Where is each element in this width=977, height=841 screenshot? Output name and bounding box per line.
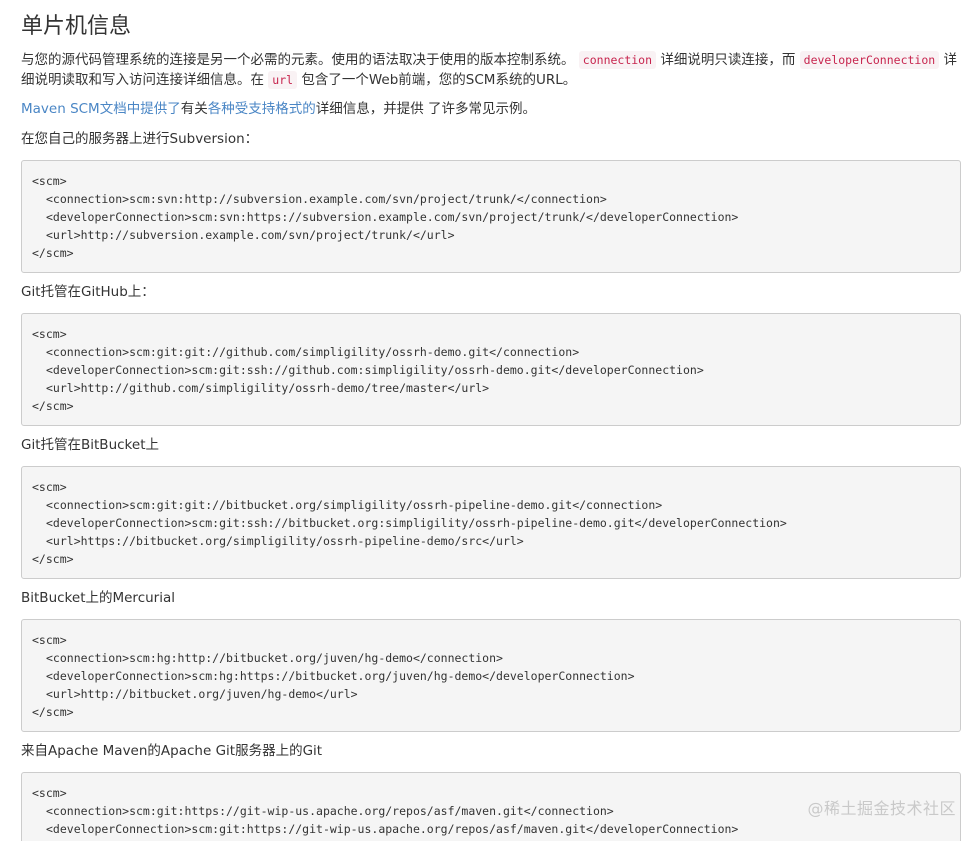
- code-line: <developerConnection>scm:git:ssh://githu…: [46, 363, 704, 377]
- reference-paragraph: Maven SCM文档中提供了有关各种受支持格式的详细信息，并提供 了许多常见示…: [21, 99, 961, 119]
- article-body: 单片机信息 与您的源代码管理系统的连接是另一个必需的元素。使用的语法取决于使用的…: [21, 0, 961, 841]
- code-line: <url>http://bitbucket.org/juven/hg-demo<…: [46, 687, 358, 701]
- code-line: <scm>: [32, 633, 67, 647]
- watermark: @稀土掘金技术社区: [807, 799, 956, 818]
- code-block: <scm> <connection>scm:hg:http://bitbucket…: [21, 619, 961, 732]
- code-block: <scm> <connection>scm:svn:http://subversi…: [21, 160, 961, 273]
- reference-text-1: 有关: [180, 101, 208, 117]
- supported-formats-link[interactable]: 各种受支持格式的: [208, 101, 316, 117]
- code-line: <connection>scm:hg:http://bitbucket.org/…: [46, 651, 503, 665]
- example-title: Git托管在BitBucket上: [21, 437, 159, 453]
- code-block: <scm> <connection>scm:git:git://github.co…: [21, 313, 961, 426]
- code-line: <developerConnection>scm:hg:https://bitb…: [46, 669, 635, 683]
- section-heading: 单片机信息: [21, 14, 132, 39]
- code-line: <connection>scm:svn:http://subversion.ex…: [46, 192, 607, 206]
- code-line: <url>http://subversion.example.com/svn/p…: [46, 228, 455, 242]
- intro-text-2: 详细说明只读连接，而: [660, 52, 796, 68]
- code-line: </scm>: [32, 246, 74, 260]
- code-line: <connection>scm:git:git://github.com/sim…: [46, 345, 580, 359]
- examples-list: 在您自己的服务器上进行Subversion： <scm> <connection>s…: [21, 129, 961, 841]
- intro-paragraph: 与您的源代码管理系统的连接是另一个必需的元素。使用的语法取决于使用的版本控制系统…: [21, 50, 961, 90]
- code-line: </scm>: [32, 552, 74, 566]
- intro-text-4: 包含了一个Web前端，您的SCM系统的URL。: [301, 72, 577, 88]
- code-line: </scm>: [32, 399, 74, 413]
- inline-code-developer-connection: developerConnection: [799, 51, 940, 69]
- code-line: <developerConnection>scm:svn:https://sub…: [46, 210, 739, 224]
- code-line: </scm>: [32, 705, 74, 719]
- reference-text-2: 详细信息，并提供 了许多常见示例。: [315, 101, 537, 117]
- code-line: <connection>scm:git:git://bitbucket.org/…: [46, 498, 663, 512]
- example-title: Git托管在GitHub上：: [21, 284, 155, 300]
- inline-code-url: url: [268, 71, 298, 89]
- code-line: <scm>: [32, 327, 67, 341]
- code-line: <scm>: [32, 174, 67, 188]
- intro-text-1: 与您的源代码管理系统的连接是另一个必需的元素。使用的语法取决于使用的版本控制系统…: [21, 52, 575, 68]
- example-title: BitBucket上的Mercurial: [21, 590, 175, 606]
- example-title: 来自Apache Maven的Apache Git服务器上的Git: [21, 743, 323, 759]
- code-line: <url>http://github.com/simpligility/ossr…: [46, 381, 490, 395]
- code-block: <scm> <connection>scm:git:git://bitbucket…: [21, 466, 961, 579]
- inline-code-connection: connection: [578, 51, 657, 69]
- code-line: <developerConnection>scm:git:ssh://bitbu…: [46, 516, 787, 530]
- code-line: <developerConnection>scm:git:https://git…: [46, 822, 739, 836]
- maven-scm-docs-link[interactable]: Maven SCM文档中提供了: [21, 101, 181, 117]
- code-line: <scm>: [32, 480, 67, 494]
- code-line: <url>https://bitbucket.org/simpligility/…: [46, 534, 524, 548]
- example-title: 在您自己的服务器上进行Subversion：: [21, 131, 259, 147]
